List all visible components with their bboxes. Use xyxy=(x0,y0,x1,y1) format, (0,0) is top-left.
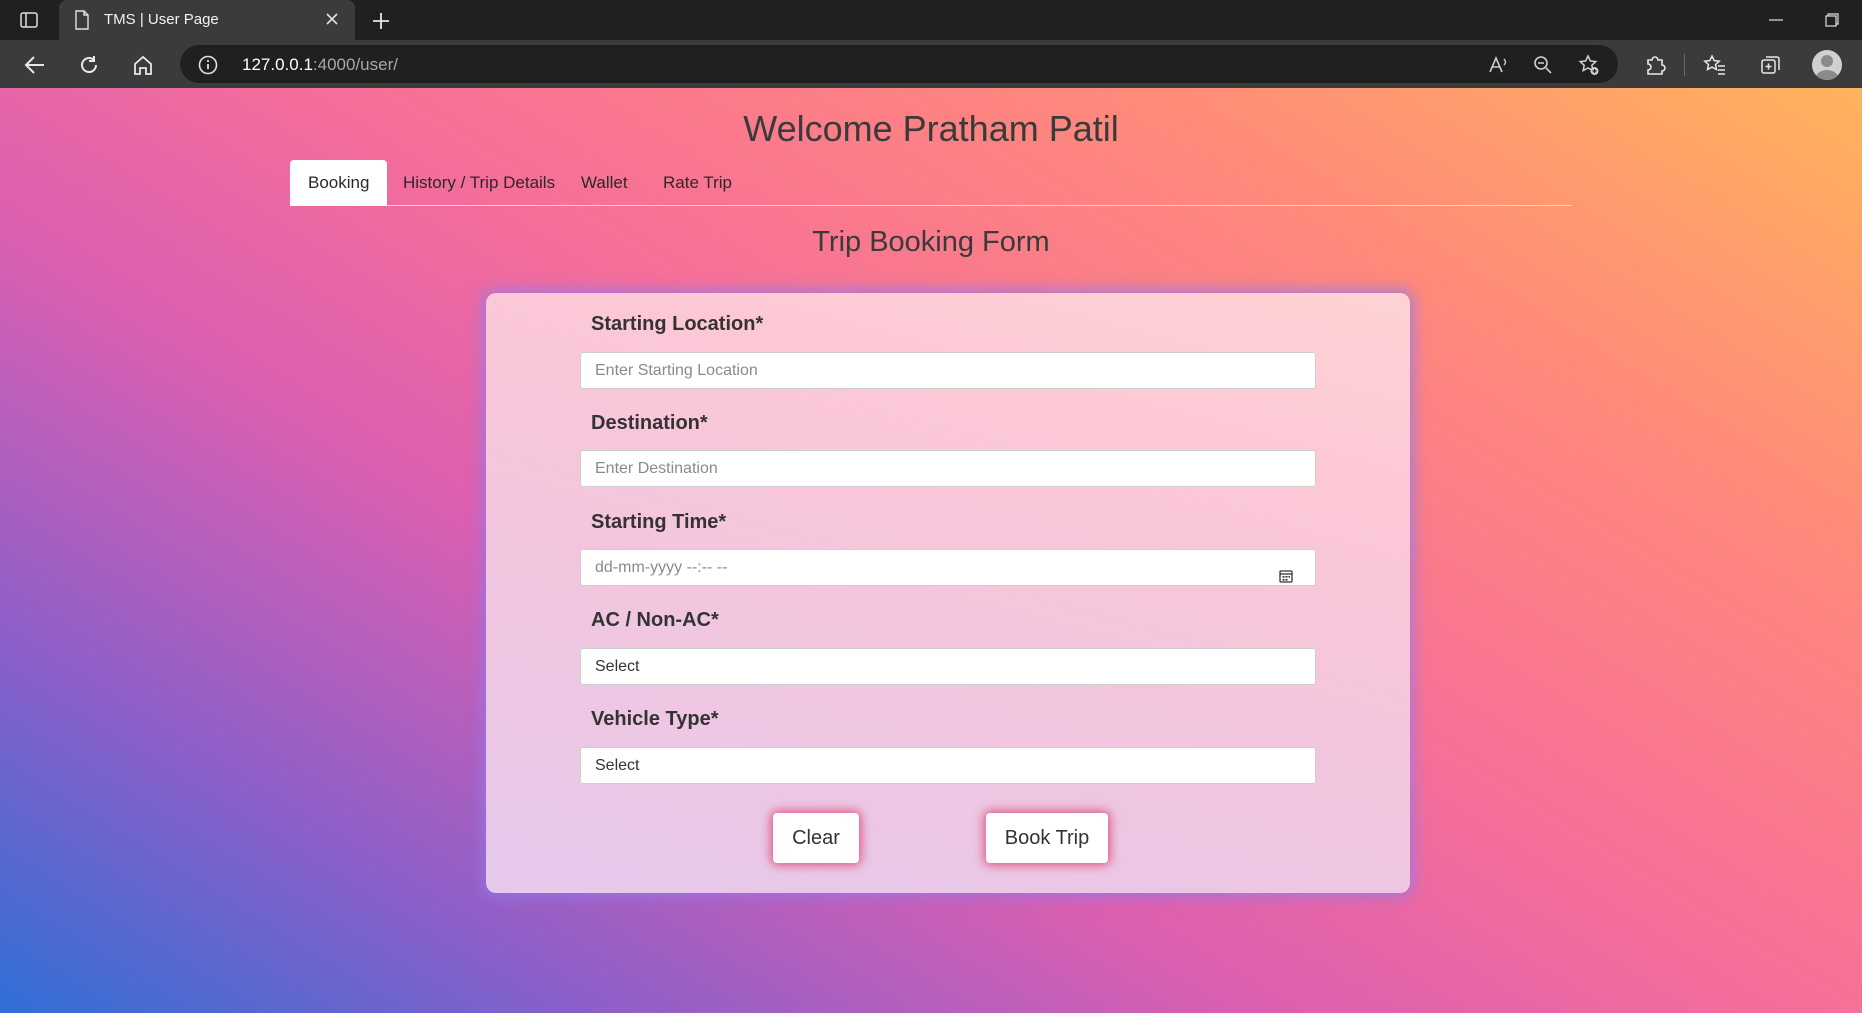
browser-tab-bar: TMS | User Page xyxy=(0,0,1862,40)
collections-icon[interactable] xyxy=(1756,50,1786,80)
welcome-heading: Welcome Pratham Patil xyxy=(743,108,1119,149)
destination-label: Destination* xyxy=(591,412,708,434)
form-title: Trip Booking Form xyxy=(812,226,1050,258)
toolbar-separator xyxy=(1684,54,1685,76)
add-favorite-icon[interactable] xyxy=(1578,54,1600,76)
starting-time-label: Starting Time* xyxy=(591,511,727,533)
calendar-icon[interactable] xyxy=(1279,561,1293,596)
tab-booking[interactable]: Booking xyxy=(290,160,388,206)
starting-location-input[interactable]: Enter Starting Location xyxy=(580,352,1316,389)
tab-wallet[interactable]: Wallet xyxy=(563,160,646,206)
vehicle-type-select[interactable]: Select xyxy=(580,747,1316,784)
tab-rate-trip[interactable]: Rate Trip xyxy=(645,160,750,206)
profile-avatar[interactable] xyxy=(1812,50,1842,80)
vehicle-type-label: Vehicle Type* xyxy=(591,708,719,730)
destination-input[interactable]: Enter Destination xyxy=(580,450,1316,487)
tab-history-trip-details[interactable]: History / Trip Details xyxy=(385,160,573,206)
new-tab-icon[interactable] xyxy=(368,8,394,34)
refresh-icon[interactable] xyxy=(74,50,104,80)
restore-icon[interactable] xyxy=(1820,8,1844,32)
tab-actions-icon[interactable] xyxy=(16,8,42,32)
favorites-icon[interactable] xyxy=(1700,50,1730,80)
starting-time-input[interactable]: dd-mm-yyyy --:-- -- xyxy=(580,549,1316,586)
tab-title: TMS | User Page xyxy=(104,11,219,28)
booking-form-card: Starting Location* Enter Starting Locati… xyxy=(486,293,1410,893)
extensions-icon[interactable] xyxy=(1640,50,1670,80)
page-viewport: Welcome Pratham Patil Booking History / … xyxy=(0,88,1862,1013)
back-icon[interactable] xyxy=(20,50,50,80)
browser-tab[interactable]: TMS | User Page xyxy=(59,0,355,40)
close-icon[interactable] xyxy=(323,10,341,33)
info-icon[interactable] xyxy=(198,55,218,80)
zoom-out-icon[interactable] xyxy=(1532,54,1554,76)
clear-button[interactable]: Clear xyxy=(773,813,859,863)
page-icon xyxy=(74,10,90,35)
address-bar[interactable]: 127.0.0.1:4000/user/ xyxy=(180,45,1618,83)
read-aloud-icon[interactable] xyxy=(1488,54,1510,76)
home-icon[interactable] xyxy=(128,50,158,80)
url-text: 127.0.0.1:4000/user/ xyxy=(242,55,398,74)
ac-non-ac-select[interactable]: Select xyxy=(580,648,1316,685)
starting-location-label: Starting Location* xyxy=(591,313,764,335)
nav-tabs: Booking History / Trip Details Wallet Ra… xyxy=(290,160,1572,206)
browser-toolbar: 127.0.0.1:4000/user/ xyxy=(0,40,1862,88)
ac-non-ac-label: AC / Non-AC* xyxy=(591,609,719,631)
starting-time-placeholder: dd-mm-yyyy --:-- -- xyxy=(595,559,728,576)
minimize-icon[interactable] xyxy=(1764,8,1788,32)
book-trip-button[interactable]: Book Trip xyxy=(986,813,1108,863)
